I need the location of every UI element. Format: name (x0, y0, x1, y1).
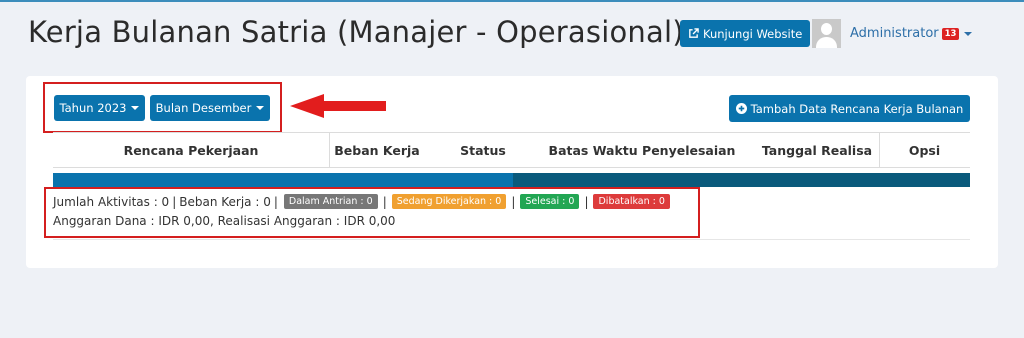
column-header-workload[interactable]: Beban Kerja (329, 133, 425, 167)
top-accent-line (0, 0, 1024, 2)
column-header-realization-date[interactable]: Tanggal Realisa (755, 133, 879, 167)
avatar[interactable] (812, 19, 841, 48)
add-monthly-plan-button[interactable]: Tambah Data Rencana Kerja Bulanan (729, 95, 970, 122)
visit-website-label: Kunjungi Website (703, 26, 803, 41)
table-scrollbar-thumb[interactable] (513, 173, 970, 187)
user-name: Administrator (850, 26, 939, 41)
add-monthly-plan-label: Tambah Data Rencana Kerja Bulanan (750, 101, 964, 116)
chevron-down-icon (964, 31, 973, 36)
page-title: Kerja Bulanan Satria (Manajer - Operasio… (28, 15, 684, 49)
avatar-body (816, 37, 837, 48)
notification-badge: 13 (941, 27, 960, 40)
table-header: Rencana Pekerjaan Beban Kerja Status Bat… (53, 132, 970, 168)
external-link-icon (689, 28, 699, 38)
table-scrollbar-track[interactable] (53, 173, 513, 187)
left-arrow-icon (290, 94, 386, 118)
column-header-plan[interactable]: Rencana Pekerjaan (53, 133, 329, 167)
filter-highlight-box (43, 82, 282, 133)
avatar-head (821, 23, 832, 35)
plus-circle-icon (735, 103, 747, 114)
column-header-status[interactable]: Status (425, 133, 541, 167)
visit-website-button[interactable]: Kunjungi Website (680, 20, 811, 47)
summary-highlight-box (44, 187, 700, 238)
column-header-deadline[interactable]: Batas Waktu Penyelesaian (541, 133, 743, 167)
divider (53, 239, 970, 240)
column-header-options: Opsi (908, 142, 941, 158)
user-menu[interactable]: Administrator 13 (850, 26, 973, 41)
